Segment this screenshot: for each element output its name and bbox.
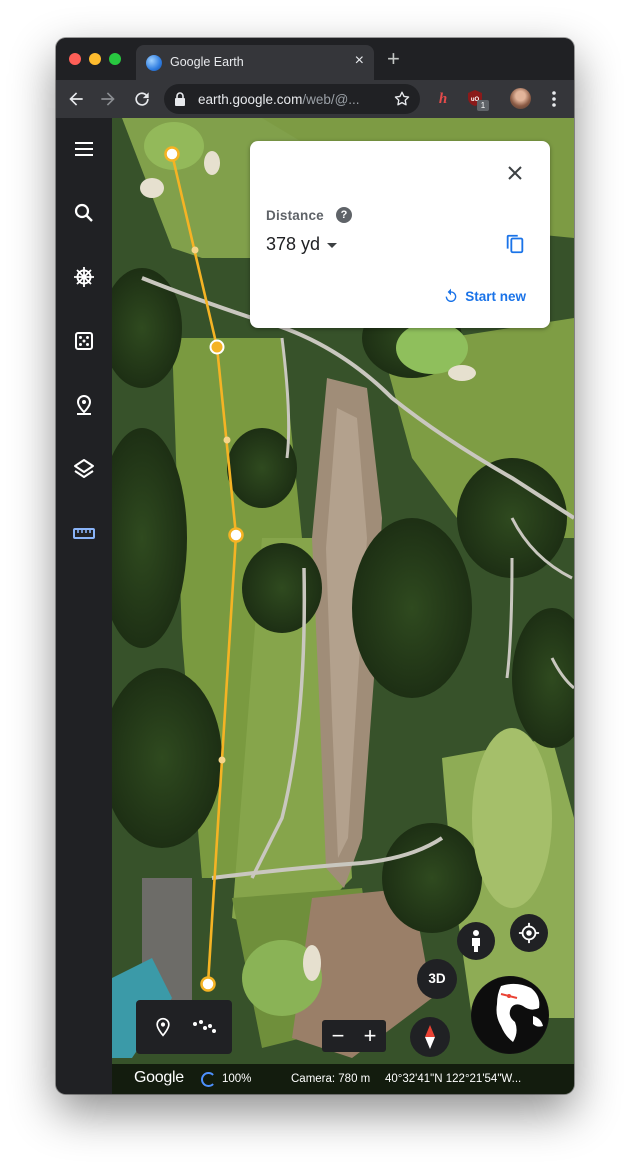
tab-close-icon[interactable]: ×: [355, 53, 364, 69]
url-path: /web/@...: [302, 92, 360, 107]
globe-map-icon: [472, 977, 548, 1053]
close-icon[interactable]: [506, 164, 524, 182]
loading-spinner-icon: [201, 1072, 216, 1087]
maximize-window-button[interactable]: [109, 53, 121, 65]
address-bar[interactable]: earth.google.com/web/@...: [164, 84, 420, 114]
distance-label: Distance: [266, 208, 324, 223]
bookmark-star-icon[interactable]: [393, 90, 411, 108]
start-new-button[interactable]: Start new: [443, 288, 526, 304]
my-location-button[interactable]: [510, 914, 548, 952]
menu-icon[interactable]: [72, 137, 96, 161]
coordinates-readout: 40°32'41"N 122°21'54"W...: [385, 1073, 522, 1085]
globe-overview[interactable]: [471, 976, 549, 1054]
ruler-icon[interactable]: [72, 521, 96, 545]
browser-window: Google Earth × + earth.google.com/web/@.…: [56, 38, 574, 1094]
tab-strip: Google Earth × +: [56, 38, 574, 80]
url-host: earth.google.com: [198, 92, 303, 107]
compass-button[interactable]: [410, 1017, 450, 1057]
forward-arrow-icon[interactable]: [98, 89, 118, 109]
restart-icon: [445, 288, 457, 302]
profile-avatar[interactable]: [510, 88, 531, 109]
compass-icon: [425, 1025, 435, 1049]
more-menu-icon[interactable]: [544, 89, 564, 109]
placemark-icon[interactable]: [153, 1017, 173, 1037]
map-pin-icon[interactable]: [72, 393, 96, 417]
back-arrow-icon[interactable]: [66, 89, 86, 109]
h-extension-icon[interactable]: h: [434, 90, 452, 108]
start-new-label: Start new: [465, 288, 526, 304]
copy-icon[interactable]: [504, 233, 526, 255]
toggle-3d-button[interactable]: 3D: [417, 959, 457, 999]
zoom-out-button[interactable]: −: [322, 1020, 354, 1052]
dice-icon[interactable]: [72, 329, 96, 353]
minimize-window-button[interactable]: [89, 53, 101, 65]
zoom-controls: − +: [322, 1020, 386, 1052]
help-icon[interactable]: ?: [336, 207, 352, 223]
new-tab-button[interactable]: +: [387, 48, 400, 70]
distance-value[interactable]: 378 yd: [266, 234, 320, 255]
lock-icon: [175, 92, 185, 106]
url-text: earth.google.com/web/@...: [198, 92, 360, 107]
google-earth-app: Distance ? 378 yd Start new − + 3D Googl…: [56, 118, 574, 1094]
unit-dropdown-arrow-icon[interactable]: [327, 243, 337, 248]
extension-badge: 1: [477, 100, 489, 111]
tab-google-earth[interactable]: Google Earth ×: [136, 45, 374, 80]
sidebar: [56, 118, 112, 1094]
layers-icon[interactable]: [72, 457, 96, 481]
distance-card: Distance ? 378 yd Start new: [250, 141, 550, 328]
google-earth-favicon-icon: [146, 55, 162, 71]
street-view-pegman-button[interactable]: [457, 922, 495, 960]
browser-toolbar: earth.google.com/web/@... h uO 1: [56, 80, 574, 118]
voyager-wheel-icon[interactable]: [72, 265, 96, 289]
zoom-in-button[interactable]: +: [354, 1020, 386, 1052]
load-percent: 100%: [222, 1073, 252, 1085]
status-bar: Google 100% Camera: 780 m 40°32'41"N 122…: [112, 1064, 574, 1094]
close-window-button[interactable]: [69, 53, 81, 65]
tab-title: Google Earth: [170, 55, 244, 69]
camera-altitude: Camera: 780 m: [291, 1073, 371, 1085]
google-logo: Google: [134, 1069, 184, 1086]
reload-icon[interactable]: [132, 89, 152, 109]
path-tool-icon[interactable]: [192, 1018, 216, 1036]
search-icon[interactable]: [72, 201, 96, 225]
satellite-map[interactable]: Distance ? 378 yd Start new − + 3D Googl…: [112, 118, 574, 1094]
measure-tools-panel: [136, 1000, 232, 1054]
pegman-icon: [472, 930, 480, 952]
my-location-icon: [518, 922, 540, 944]
